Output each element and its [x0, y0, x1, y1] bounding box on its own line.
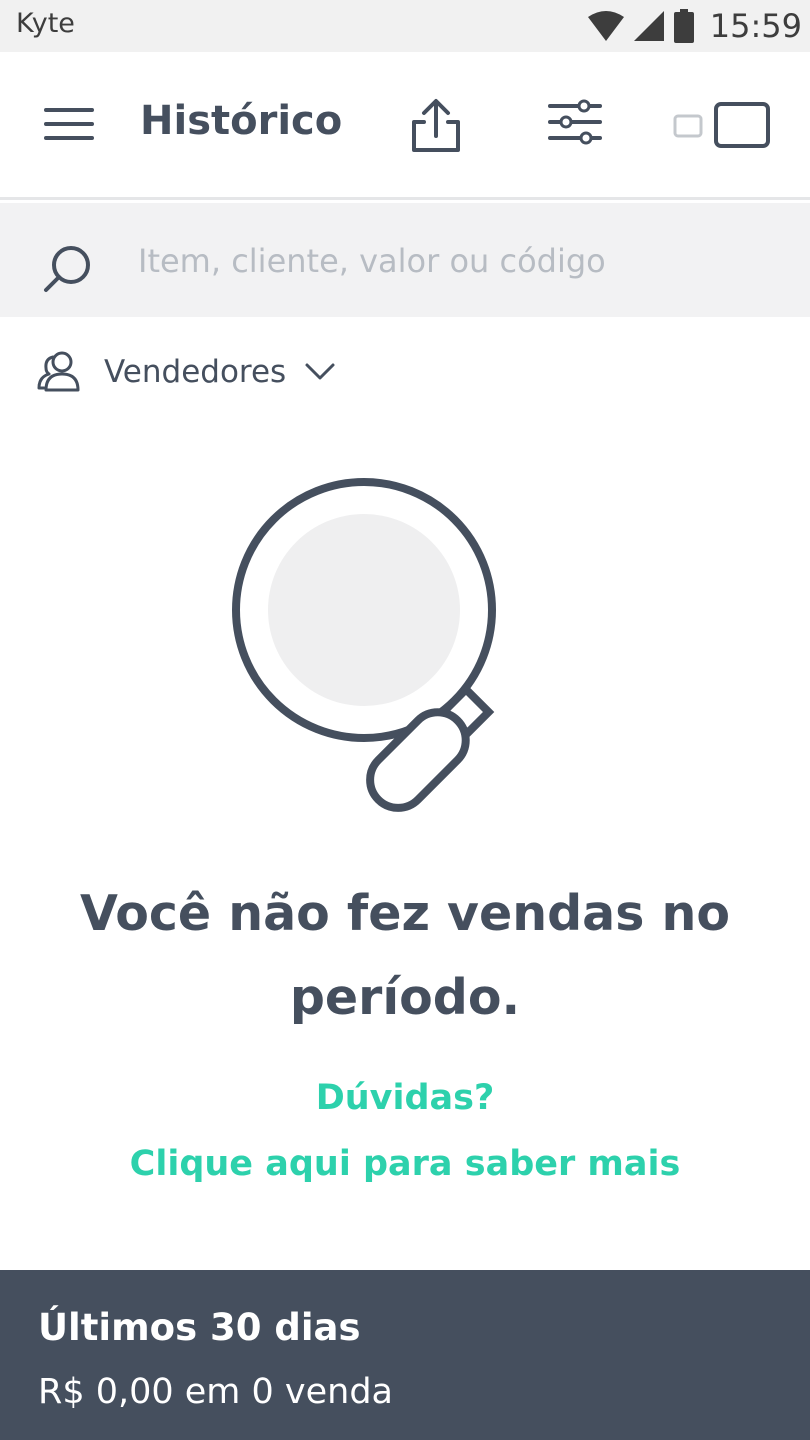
sellers-dropdown[interactable]: Vendedores — [36, 344, 336, 400]
export-icon — [412, 99, 460, 152]
learn-more-link[interactable]: Clique aqui para saber mais — [0, 1144, 810, 1184]
signal-icon — [633, 11, 664, 41]
menu-icon — [44, 108, 94, 140]
view-toggle-icon — [673, 102, 770, 148]
view-toggle-button[interactable] — [670, 100, 774, 152]
search-bar — [0, 203, 810, 317]
battery-icon — [673, 9, 694, 43]
sales-summary: R$ 0,00 em 0 venda — [38, 1372, 394, 1412]
sellers-label: Vendedores — [104, 354, 287, 390]
app-bar: Histórico — [0, 52, 810, 200]
filter-button[interactable] — [546, 98, 604, 152]
empty-state-message: Você não fez vendas no período. — [79, 885, 730, 1026]
period-label: Últimos 30 dias — [38, 1306, 361, 1349]
status-icons: 15:59 — [587, 4, 802, 48]
status-app-name: Kyte — [16, 8, 75, 39]
menu-button[interactable] — [40, 102, 98, 148]
help-question-link[interactable]: Dúvidas? — [0, 1078, 810, 1118]
export-button[interactable] — [406, 96, 466, 156]
magnifier-illustration-icon — [232, 478, 496, 812]
sales-summary-footer[interactable]: Últimos 30 dias R$ 0,00 em 0 venda — [0, 1270, 810, 1440]
filter-icon — [548, 99, 602, 145]
chevron-down-icon — [305, 363, 335, 380]
search-icon — [44, 246, 90, 292]
search-input[interactable] — [138, 233, 778, 289]
status-time: 15:59 — [709, 7, 802, 45]
wifi-icon — [587, 11, 624, 41]
users-icon — [37, 351, 80, 392]
page-title: Histórico — [140, 98, 343, 144]
status-bar: Kyte 15:59 — [0, 0, 810, 52]
